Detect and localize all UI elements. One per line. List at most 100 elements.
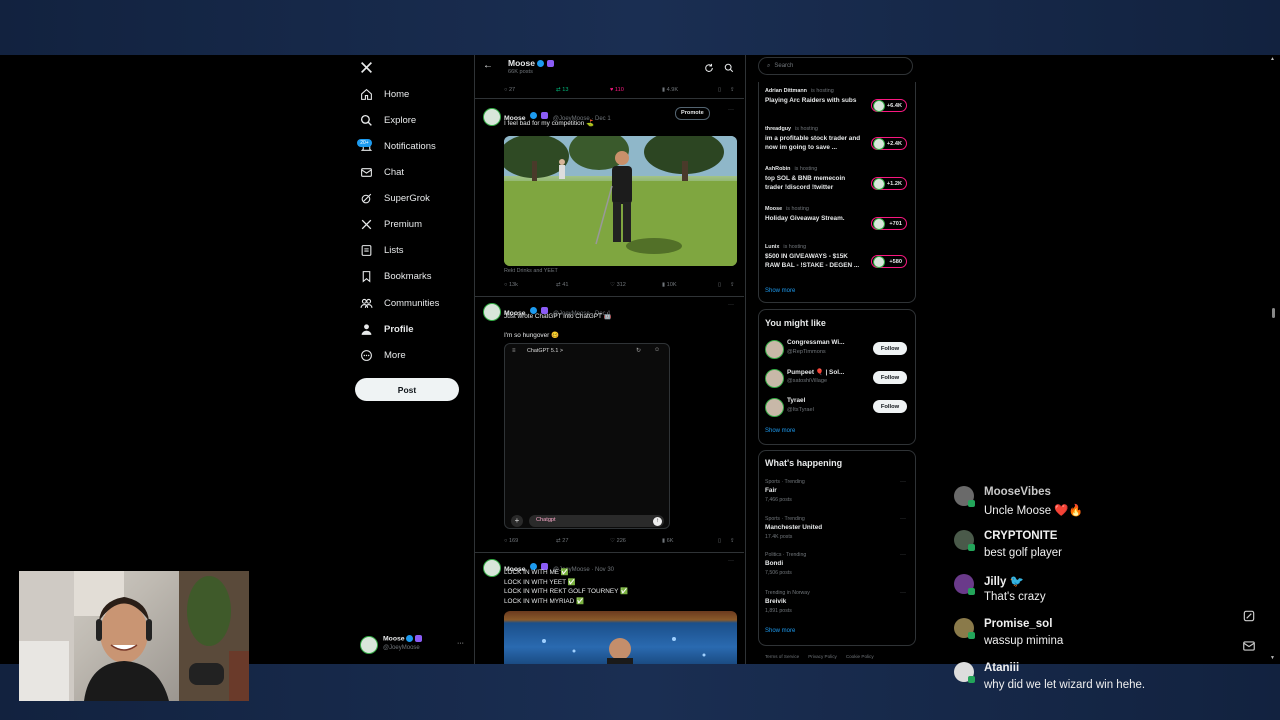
live-listener-avatar [873,138,885,150]
search-input[interactable]: ⌕ Search [758,57,913,75]
reply-button[interactable]: ○ 169 [504,538,556,544]
repost-button[interactable]: ⇄ 13 [556,87,610,93]
follow-button[interactable]: Follow [873,342,907,355]
trend-item[interactable]: Sports · Trending Manchester United 17.4K … [765,516,909,546]
follow-suggestion[interactable]: Congressman Wi... @RepTimmons Follow [765,338,909,360]
chat-username[interactable]: Promise_sol [984,618,1052,630]
like-button[interactable]: ♡ 312 [610,282,662,288]
page-scrollbar[interactable]: ▲ ▼ [1269,55,1277,664]
views-button[interactable]: ▮ 10K [662,282,718,288]
live-space-item[interactable]: AshRobin is hosting top SOL & BNB memecoin… [765,166,909,200]
like-button[interactable]: ♡ 226 [610,538,662,544]
suggestion-avatar[interactable] [765,340,784,359]
live-listener-pill[interactable]: +580 [871,255,907,268]
live-listener-pill[interactable]: +6.4K [871,99,907,112]
post-button[interactable]: Post [355,378,459,401]
tweet-more-icon[interactable]: ··· [728,107,734,113]
live-listener-pill[interactable]: +701 [871,217,907,230]
tweet[interactable]: Moose @JoeyMoose · Dec 1 Promote ··· I f… [475,99,743,296]
scroll-up-arrow[interactable]: ▲ [1270,56,1275,62]
nav-bookmarks[interactable]: Bookmarks [360,266,432,286]
suggestion-name[interactable]: Tyrael [787,397,805,404]
live-space-item[interactable]: Moose is hosting Holiday Giveaway Stream. +… [765,206,909,240]
bookmark-icon[interactable]: ▯ [718,282,730,288]
tweet-embed-screenshot[interactable]: ≡ ChatGPT 5.1 > ↻ ☺ + Chatgpt ↑ [504,343,670,529]
tweet-image-aquarium[interactable] [504,611,737,664]
tweet[interactable]: Moose @JoeyMoose · Dec 1 ··· Just wrote … [475,297,743,552]
feed-search-icon[interactable] [724,60,734,78]
refresh-icon[interactable] [704,60,714,78]
follow-show-more-link[interactable]: Show more [765,428,795,434]
account-switcher[interactable]: Moose @JoeyMoose ··· [358,634,470,656]
suggestion-name[interactable]: Pumpeet 🎈 | Sol... [787,368,844,376]
follow-button[interactable]: Follow [873,371,907,384]
account-more-icon[interactable]: ··· [457,640,464,647]
bookmark-icon[interactable]: ▯ [718,87,730,93]
tweet-more-icon[interactable]: ··· [728,302,734,308]
live-host-status: is hosting [795,126,818,132]
nav-notifications[interactable]: Notifications [360,136,436,156]
tweet-more-icon[interactable]: ··· [728,558,734,564]
nav-premium[interactable]: Premium [360,214,422,234]
repost-button[interactable]: ⇄ 27 [556,538,610,544]
trend-more-icon[interactable]: ··· [900,552,906,558]
trend-more-icon[interactable]: ··· [900,516,906,522]
share-icon[interactable]: ⇪ [730,87,735,93]
live-show-more-link[interactable]: Show more [765,288,795,294]
live-space-item[interactable]: Adrian Dittmann is hosting Playing Arc Rai… [765,88,909,122]
reply-button[interactable]: ○ 13k [504,282,556,288]
trends-show-more-link[interactable]: Show more [765,628,795,634]
chat-shield-icon[interactable] [1242,609,1256,623]
follow-suggestion[interactable]: Tyrael @ItsTyrael Follow [765,396,909,418]
embed-send-icon: ↑ [653,516,662,526]
tweet-image-golf[interactable] [504,136,737,266]
live-space-item[interactable]: Lunix is hosting $500 IN GIVEAWAYS - $15K … [765,244,909,278]
bookmark-icon[interactable]: ▯ [718,538,730,544]
live-listener-pill[interactable]: +1.2K [871,177,907,190]
live-space-item[interactable]: threadguy is hosting im a profitable stock… [765,126,909,160]
tweet-avatar[interactable] [483,559,501,577]
back-arrow-icon[interactable]: ← [483,60,493,71]
chat-username[interactable]: Ataniii [984,662,1019,674]
suggestion-avatar[interactable] [765,369,784,388]
live-listener-pill[interactable]: +2.4K [871,137,907,150]
suggestion-avatar[interactable] [765,398,784,417]
footer-link[interactable]: Privacy Policy [808,654,837,659]
reply-button[interactable]: ○ 27 [504,87,556,93]
views-button[interactable]: ▮ 4.9K [662,87,718,93]
scroll-thumb[interactable] [1272,308,1275,318]
chat-username[interactable]: CRYPTONITE [984,530,1057,542]
trend-item[interactable]: Sports · Trending Fair 7,466 posts ··· [765,479,909,509]
trend-more-icon[interactable]: ··· [900,590,906,596]
nav-lists[interactable]: Lists [360,240,404,260]
tweet[interactable]: Moose @JoeyMoose · Nov 30 ··· LOCK IN WI… [475,553,743,664]
trend-item[interactable]: Trending in Norway Breivik 1,891 posts ··· [765,590,909,620]
trend-item[interactable]: Politics · Trending Bondi 7,506 posts ··· [765,552,909,582]
trend-more-icon[interactable]: ··· [900,479,906,485]
chat-username[interactable]: Jilly 🐦 [984,574,1024,588]
repost-button[interactable]: ⇄ 41 [556,282,610,288]
nav-supergrok[interactable]: SuperGrok [360,188,430,208]
share-icon[interactable]: ⇪ [730,282,735,288]
share-icon[interactable]: ⇪ [730,538,735,544]
nav-profile[interactable]: Profile [360,319,414,339]
tweet-avatar[interactable] [483,108,501,126]
nav-home[interactable]: Home [360,84,409,104]
views-button[interactable]: ▮ 6K [662,538,718,544]
nav-explore[interactable]: Explore [360,110,416,130]
follow-suggestion[interactable]: Pumpeet 🎈 | Sol... @satoshiVillage Follow [765,367,909,389]
nav-more[interactable]: More [360,345,406,365]
suggestion-name[interactable]: Congressman Wi... [787,339,844,346]
footer-link[interactable]: Cookie Policy [846,654,874,659]
tweet-avatar[interactable] [483,303,501,321]
follow-button[interactable]: Follow [873,400,907,413]
like-button[interactable]: ♥ 110 [610,87,662,93]
chat-username[interactable]: MooseVibes [984,486,1051,498]
chat-mail-icon[interactable] [1242,639,1256,653]
x-logo-icon[interactable] [360,61,373,74]
nav-chat[interactable]: Chat [360,162,404,182]
live-listener-avatar [873,256,885,268]
nav-communities[interactable]: Communities [360,293,439,313]
footer-link[interactable]: Terms of Service [765,654,799,659]
scroll-down-arrow[interactable]: ▼ [1270,655,1275,661]
